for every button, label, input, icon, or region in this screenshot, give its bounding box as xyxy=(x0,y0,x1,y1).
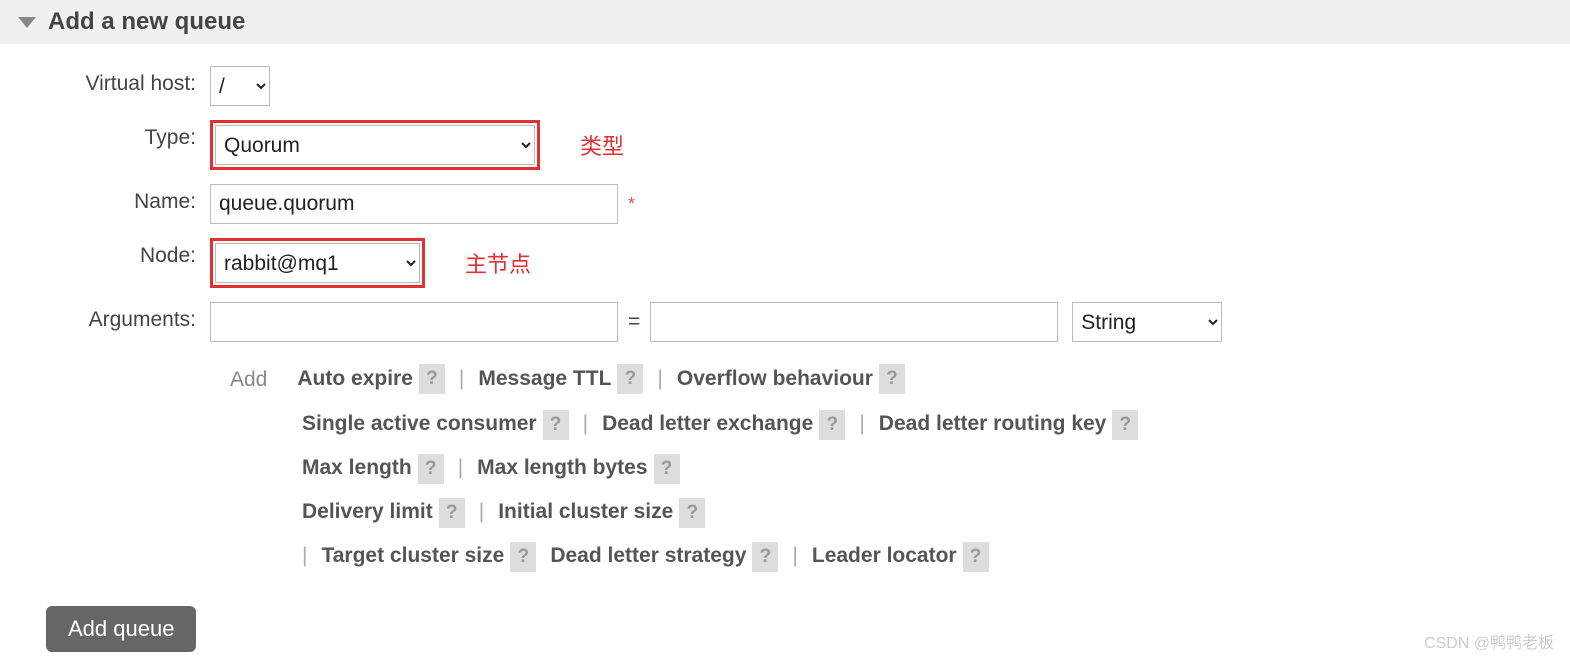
separator: | xyxy=(459,357,464,401)
help-dead-letter-strategy[interactable]: Dead letter strategy? xyxy=(550,534,778,578)
help-icon[interactable]: ? xyxy=(617,364,643,394)
node-highlight-box: rabbit@mq1 xyxy=(210,238,425,288)
help-max-length-bytes[interactable]: Max length bytes? xyxy=(477,446,679,490)
help-icon[interactable]: ? xyxy=(543,410,569,440)
chevron-down-icon xyxy=(18,17,36,28)
arguments-help-row: Add Auto expire? | Message TTL? | Overfl… xyxy=(230,356,1490,578)
separator: | xyxy=(458,446,463,490)
help-max-length[interactable]: Max length? xyxy=(302,446,444,490)
separator: | xyxy=(792,534,797,578)
watermark: CSDN @鸭鸭老板 xyxy=(1424,629,1554,653)
help-icon[interactable]: ? xyxy=(510,542,536,572)
equals-sign: = xyxy=(628,310,640,334)
add-queue-form: Virtual host: / Type: Quorum 类型 Name: * … xyxy=(0,66,1570,652)
argument-type-select[interactable]: String xyxy=(1072,302,1222,342)
help-message-ttl[interactable]: Message TTL? xyxy=(478,357,643,401)
help-overflow-behaviour[interactable]: Overflow behaviour? xyxy=(677,357,905,401)
separator: | xyxy=(302,534,307,578)
type-select[interactable]: Quorum xyxy=(215,125,535,165)
help-dead-letter-exchange[interactable]: Dead letter exchange? xyxy=(602,402,845,446)
help-icon[interactable]: ? xyxy=(963,542,989,572)
name-label: Name: xyxy=(0,184,210,214)
separator: | xyxy=(859,402,864,446)
vhost-label: Virtual host: xyxy=(0,66,210,96)
type-annotation: 类型 xyxy=(580,129,624,161)
help-single-active-consumer[interactable]: Single active consumer? xyxy=(302,402,569,446)
help-icon[interactable]: ? xyxy=(679,498,705,528)
help-icon[interactable]: ? xyxy=(419,364,445,394)
section-title: Add a new queue xyxy=(48,8,245,36)
help-initial-cluster-size[interactable]: Initial cluster size? xyxy=(498,490,705,534)
separator: | xyxy=(583,402,588,446)
help-auto-expire[interactable]: Auto expire? xyxy=(297,357,445,401)
node-select[interactable]: rabbit@mq1 xyxy=(215,243,420,283)
type-highlight-box: Quorum xyxy=(210,120,540,170)
help-icon[interactable]: ? xyxy=(1112,410,1138,440)
type-label: Type: xyxy=(0,120,210,150)
separator: | xyxy=(479,490,484,534)
help-icon[interactable]: ? xyxy=(752,542,778,572)
help-icon[interactable]: ? xyxy=(654,454,680,484)
required-mark: * xyxy=(628,194,635,215)
help-target-cluster-size[interactable]: Target cluster size? xyxy=(321,534,536,578)
name-input[interactable] xyxy=(210,184,618,224)
help-icon[interactable]: ? xyxy=(819,410,845,440)
add-label: Add xyxy=(230,356,267,402)
vhost-select[interactable]: / xyxy=(210,66,270,106)
help-icon[interactable]: ? xyxy=(439,498,465,528)
add-queue-button[interactable]: Add queue xyxy=(46,606,196,652)
node-label: Node: xyxy=(0,238,210,268)
arguments-label: Arguments: xyxy=(0,302,210,332)
separator: | xyxy=(657,357,662,401)
node-annotation: 主节点 xyxy=(465,247,531,279)
help-icon[interactable]: ? xyxy=(418,454,444,484)
help-delivery-limit[interactable]: Delivery limit? xyxy=(302,490,465,534)
help-leader-locator[interactable]: Leader locator? xyxy=(812,534,989,578)
section-header[interactable]: Add a new queue xyxy=(0,0,1570,44)
argument-key-input[interactable] xyxy=(210,302,618,342)
argument-value-input[interactable] xyxy=(650,302,1058,342)
help-dead-letter-routing-key[interactable]: Dead letter routing key? xyxy=(879,402,1139,446)
help-icon[interactable]: ? xyxy=(879,364,905,394)
